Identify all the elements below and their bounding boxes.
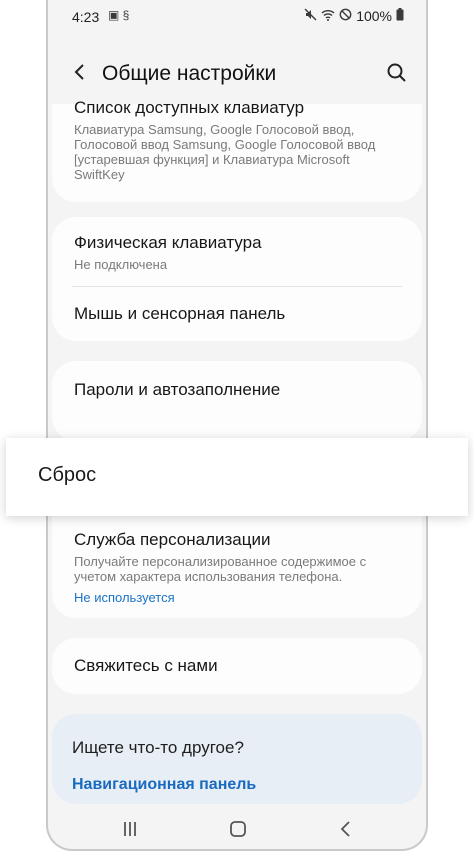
- home-icon: [230, 821, 246, 837]
- recents-button[interactable]: [119, 818, 141, 840]
- reset-item[interactable]: Сброс: [6, 438, 468, 516]
- physical-keyboard-title: Физическая клавиатура: [74, 233, 262, 252]
- home-button[interactable]: [227, 818, 249, 840]
- status-right: 100%: [304, 8, 404, 24]
- battery-percent: 100%: [356, 8, 392, 24]
- reset-label: Сброс: [38, 464, 97, 486]
- personalization-status-link[interactable]: Не используется: [74, 590, 400, 605]
- contact-item[interactable]: Свяжитесь с нами: [74, 656, 400, 676]
- mouse-title: Мышь и сенсорная панель: [74, 304, 286, 323]
- notification-icons: ▣ §: [108, 8, 130, 22]
- recents-icon: [124, 822, 136, 836]
- personalization-card: Служба персонализации Получайте персонал…: [52, 514, 422, 618]
- passwords-title: Пароли и автозаполнение: [74, 380, 281, 399]
- status-bar: 4:23 ▣ § 100%: [48, 0, 426, 32]
- keyboards-title: Список доступных клавиатур: [74, 98, 305, 117]
- contact-card: Свяжитесь с нами: [52, 638, 422, 694]
- passwords-card: Пароли и автозаполнение: [52, 361, 422, 441]
- wifi-icon: [321, 9, 335, 24]
- back-nav-button[interactable]: [335, 818, 357, 840]
- physical-keyboard-item[interactable]: Физическая клавиатура Не подключена: [74, 233, 400, 272]
- keyboards-item[interactable]: Список доступных клавиатур Клавиатура Sa…: [74, 98, 400, 182]
- mute-icon: [304, 8, 317, 24]
- search-icon: [387, 63, 406, 82]
- battery-icon: [396, 8, 404, 24]
- personalization-item[interactable]: Служба персонализации Получайте персонал…: [74, 530, 400, 605]
- mouse-item[interactable]: Мышь и сенсорная панель: [74, 304, 400, 324]
- physical-keyboard-status: Не подключена: [74, 257, 168, 272]
- status-time: 4:23: [72, 9, 100, 25]
- phone-screen: 4:23 ▣ § 100% Общие настройки Список дос…: [46, 0, 428, 851]
- search-button[interactable]: [384, 60, 410, 86]
- suggestion-question: Ищете что-то другое?: [72, 738, 244, 757]
- dnd-icon: [339, 8, 352, 24]
- suggestion-card: Ищете что-то другое? Навигационная панел…: [52, 714, 422, 804]
- personalization-subtitle: Получайте персонализированное содержимое…: [74, 554, 367, 584]
- system-nav-bar: [48, 810, 426, 846]
- keyboards-subtitle: Клавиатура Samsung, Google Голосовой вво…: [74, 122, 376, 182]
- page-title: Общие настройки: [102, 62, 277, 85]
- navigation-bar-link[interactable]: Навигационная панель: [72, 776, 256, 794]
- back-nav-icon: [340, 821, 350, 837]
- input-card: Физическая клавиатура Не подключена Мышь…: [52, 217, 422, 341]
- keyboards-card: Список доступных клавиатур Клавиатура Sa…: [52, 98, 422, 202]
- personalization-title: Служба персонализации: [74, 530, 271, 549]
- passwords-item[interactable]: Пароли и автозаполнение: [74, 380, 400, 400]
- contact-title: Свяжитесь с нами: [74, 656, 218, 675]
- app-bar: Общие настройки: [48, 48, 426, 100]
- back-button[interactable]: [66, 58, 94, 86]
- divider: [72, 286, 402, 287]
- chevron-left-icon: [74, 64, 84, 80]
